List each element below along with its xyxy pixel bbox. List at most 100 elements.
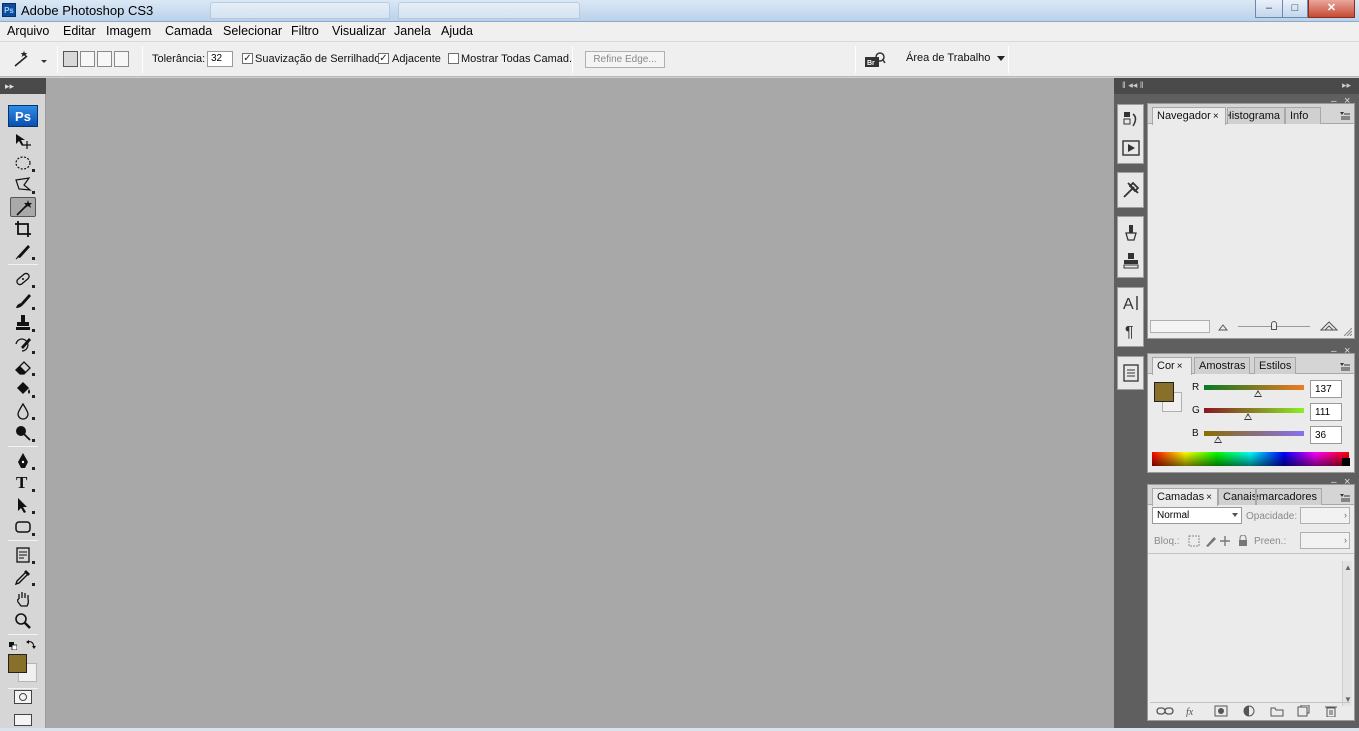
menu-editar[interactable]: Editar xyxy=(63,24,96,38)
zoom-tool[interactable] xyxy=(10,611,36,631)
layer-mask-icon[interactable] xyxy=(1214,705,1228,717)
layer-comps-icon[interactable] xyxy=(1121,363,1141,383)
resize-grip-icon[interactable] xyxy=(1344,328,1352,336)
blue-slider-thumb[interactable] xyxy=(1214,436,1223,443)
tolerance-input[interactable]: 32 xyxy=(207,51,233,67)
refine-edge-button[interactable]: Refine Edge... xyxy=(585,51,665,68)
bridge-icon[interactable]: Br xyxy=(864,51,886,69)
layer-group-icon[interactable] xyxy=(1270,705,1284,717)
blend-mode-select[interactable]: Normal xyxy=(1152,507,1242,524)
zoom-in-icon[interactable] xyxy=(1320,321,1338,331)
default-colors-icon[interactable] xyxy=(9,639,18,651)
panel-menu-icon[interactable] xyxy=(1340,363,1350,371)
swap-colors-icon[interactable] xyxy=(26,638,36,649)
crop-tool[interactable] xyxy=(10,219,36,239)
tab-info[interactable]: Info xyxy=(1285,107,1321,124)
expand-panels-icon[interactable]: ▸▸ xyxy=(1342,80,1351,91)
healing-brush-tool[interactable] xyxy=(10,269,36,289)
paragraph-panel-icon[interactable]: ¶ xyxy=(1121,321,1141,341)
close-tab-icon[interactable]: × xyxy=(1177,361,1183,372)
clone-stamp-tool[interactable] xyxy=(10,313,36,333)
screen-mode-icon[interactable] xyxy=(14,714,32,726)
tab-channels[interactable]: Canais xyxy=(1218,488,1256,505)
dodge-tool[interactable] xyxy=(10,423,36,443)
eyedropper-tool[interactable] xyxy=(10,567,36,587)
minimize-button[interactable]: – xyxy=(1255,0,1283,18)
menu-filtro[interactable]: Filtro xyxy=(291,24,319,38)
tab-swatches[interactable]: Amostras xyxy=(1194,357,1250,374)
delete-layer-icon[interactable] xyxy=(1324,705,1338,717)
actions-panel-icon[interactable] xyxy=(1121,138,1141,158)
foreground-color-swatch[interactable] xyxy=(8,654,27,673)
history-panel-icon[interactable] xyxy=(1121,110,1141,130)
layers-list[interactable] xyxy=(1150,561,1342,706)
blue-value-input[interactable]: 36 xyxy=(1310,426,1342,444)
black-swatch[interactable] xyxy=(1342,458,1350,466)
menu-janela[interactable]: Janela xyxy=(394,24,431,38)
shape-tool[interactable] xyxy=(10,517,36,537)
lasso-tool[interactable] xyxy=(10,175,36,195)
green-slider[interactable] xyxy=(1204,408,1304,413)
tab-paths[interactable]: Demarcadores xyxy=(1256,488,1322,505)
quick-mask-icon[interactable] xyxy=(14,690,32,704)
tab-histogram[interactable]: Histograma xyxy=(1227,107,1285,124)
tab-navigator[interactable]: Navegador × xyxy=(1152,107,1226,125)
zoom-slider-thumb[interactable] xyxy=(1271,321,1277,330)
color-spectrum-bar[interactable] xyxy=(1152,452,1349,466)
add-to-selection-icon[interactable] xyxy=(80,51,95,67)
tool-presets-icon[interactable] xyxy=(1121,180,1141,200)
panel-menu-icon[interactable] xyxy=(1340,112,1350,120)
path-selection-tool[interactable] xyxy=(10,495,36,515)
fill-input[interactable]: › xyxy=(1300,532,1350,549)
type-tool[interactable]: T xyxy=(10,473,36,493)
workspace-menu-button[interactable]: Área de Trabalho xyxy=(906,52,1006,64)
menu-arquivo[interactable]: Arquivo xyxy=(7,24,49,38)
canvas-workspace[interactable] xyxy=(46,78,1114,731)
tab-layers[interactable]: Camadas × xyxy=(1152,488,1218,506)
adjustment-layer-icon[interactable] xyxy=(1242,705,1256,717)
tool-preset-picker[interactable] xyxy=(10,50,50,70)
character-panel-icon[interactable]: A xyxy=(1121,293,1141,313)
scroll-up-icon[interactable]: ▲ xyxy=(1344,563,1352,572)
menu-imagem[interactable]: Imagem xyxy=(106,24,151,38)
tab-styles[interactable]: Estilos xyxy=(1254,357,1296,374)
zoom-value-input[interactable] xyxy=(1150,320,1210,333)
contiguous-checkbox[interactable]: ✓ xyxy=(378,53,389,64)
panel-menu-icon[interactable] xyxy=(1340,494,1350,502)
close-tab-icon[interactable]: × xyxy=(1213,111,1219,122)
pen-tool[interactable] xyxy=(10,451,36,471)
close-button[interactable]: ✕ xyxy=(1308,0,1355,18)
new-layer-icon[interactable] xyxy=(1296,705,1310,717)
clone-source-icon[interactable] xyxy=(1121,251,1141,271)
red-value-input[interactable]: 137 xyxy=(1310,380,1342,398)
sample-all-layers-checkbox[interactable] xyxy=(448,53,459,64)
hand-tool[interactable] xyxy=(10,589,36,609)
menu-visualizar[interactable]: Visualizar xyxy=(332,24,386,38)
tab-color[interactable]: Cor × xyxy=(1152,357,1192,375)
opacity-input[interactable]: › xyxy=(1300,507,1350,524)
layers-scrollbar[interactable]: ▲ ▼ xyxy=(1342,561,1352,706)
eraser-tool[interactable] xyxy=(10,357,36,377)
green-slider-thumb[interactable] xyxy=(1243,413,1252,420)
intersect-selection-icon[interactable] xyxy=(114,51,129,67)
link-layers-icon[interactable] xyxy=(1156,705,1174,717)
magic-wand-tool[interactable] xyxy=(10,197,36,217)
paint-bucket-tool[interactable] xyxy=(10,379,36,399)
layer-effects-icon[interactable]: fx xyxy=(1186,705,1200,717)
blur-tool[interactable] xyxy=(10,401,36,421)
marquee-tool[interactable] xyxy=(10,153,36,173)
lock-icons-group[interactable] xyxy=(1188,535,1248,547)
subtract-from-selection-icon[interactable] xyxy=(97,51,112,67)
zoom-out-icon[interactable] xyxy=(1218,323,1228,331)
notes-tool[interactable] xyxy=(10,545,36,565)
dock-header[interactable] xyxy=(1114,78,1359,94)
maximize-button[interactable]: □ xyxy=(1282,0,1308,18)
slice-tool[interactable] xyxy=(10,241,36,261)
close-tab-icon[interactable]: × xyxy=(1206,492,1212,503)
dock-grip-icon[interactable]: ‖ ◂◂ ‖ xyxy=(1122,80,1143,91)
move-tool[interactable] xyxy=(10,131,36,151)
brushes-panel-icon[interactable] xyxy=(1121,223,1141,243)
menu-selecionar[interactable]: Selecionar xyxy=(223,24,282,38)
new-selection-icon[interactable] xyxy=(63,51,78,67)
history-brush-tool[interactable] xyxy=(10,335,36,355)
